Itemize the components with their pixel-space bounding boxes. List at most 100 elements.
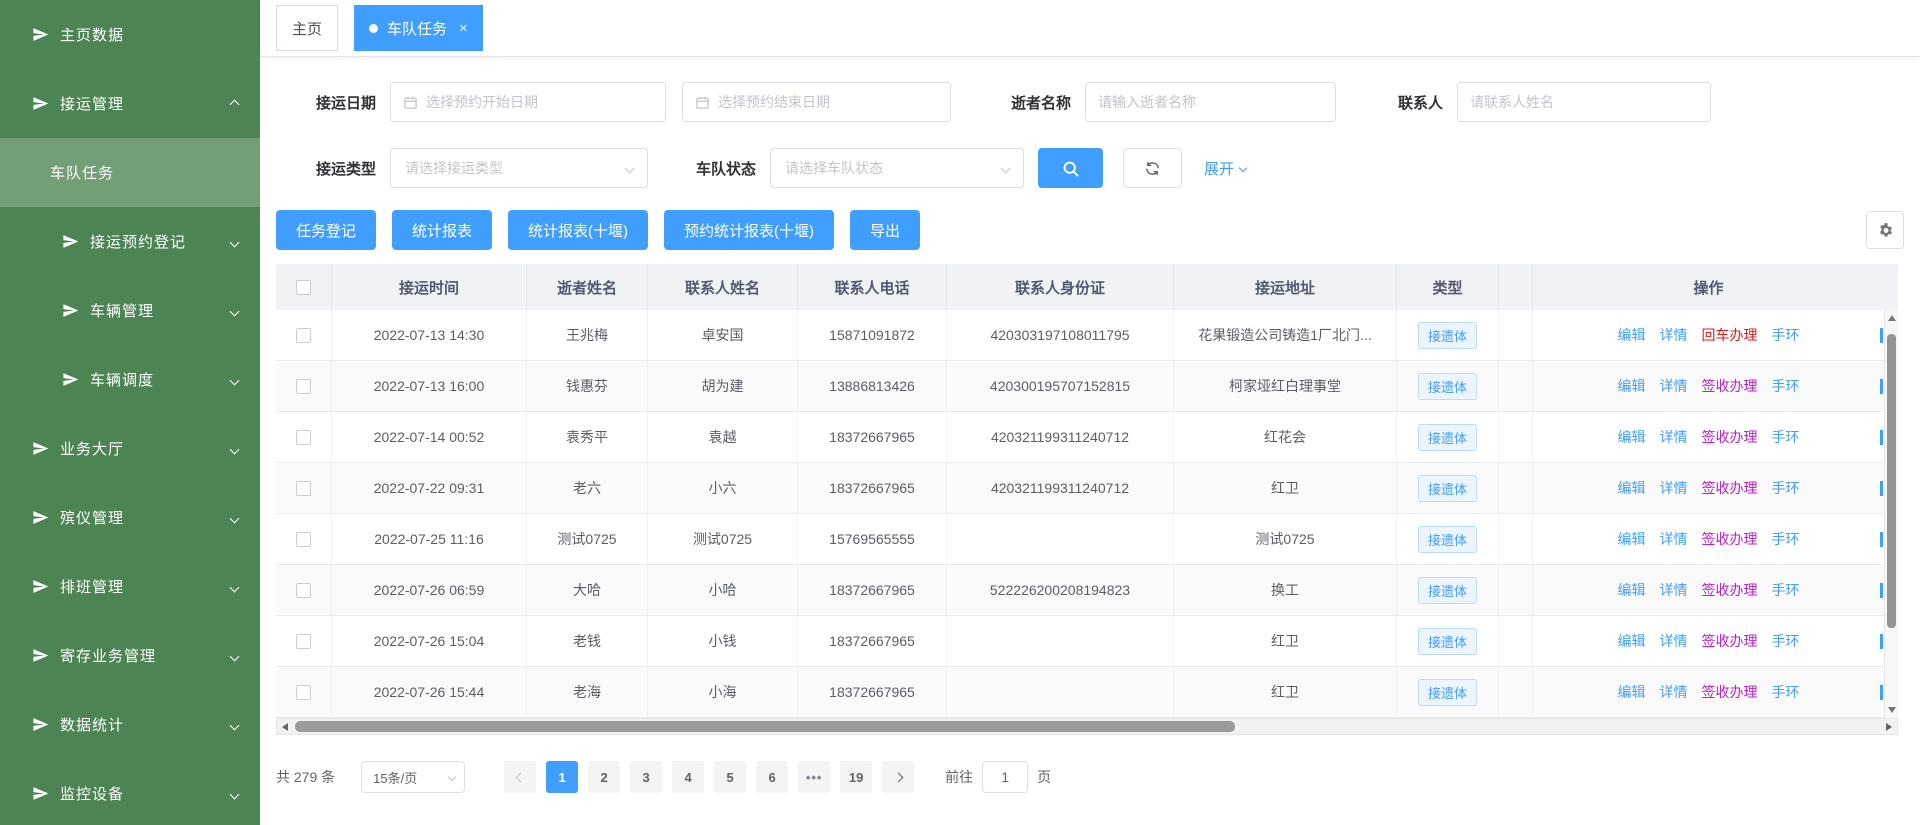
bracelet-link[interactable]: 手环 [1772,478,1800,498]
date-end-field[interactable] [682,82,951,122]
cell-contact-name: 小钱 [648,616,798,667]
edit-link[interactable]: 编辑 [1618,478,1646,498]
sidebar-item-vehicle-management[interactable]: 车辆管理 [0,276,260,345]
edit-link[interactable]: 编辑 [1618,580,1646,600]
bracelet-link[interactable]: 手环 [1772,427,1800,447]
bracelet-link[interactable]: 手环 [1772,529,1800,549]
page-button-1[interactable]: 1 [546,761,578,793]
process-link[interactable]: 签收办理 [1702,580,1758,600]
process-link[interactable]: 回车办理 [1702,325,1758,345]
page-button-6[interactable]: 6 [756,761,788,793]
pickup-type-select[interactable]: 请选择接运类型 [390,148,648,188]
date-start-input[interactable] [426,94,653,110]
process-link[interactable]: 签收办理 [1702,529,1758,549]
bracelet-link[interactable]: 手环 [1772,580,1800,600]
scroll-down-arrow-icon[interactable] [1888,707,1896,713]
page-ellipsis[interactable]: ••• [798,761,830,793]
edit-link[interactable]: 编辑 [1618,325,1646,345]
process-link[interactable]: 签收办理 [1702,631,1758,651]
horizontal-scrollbar[interactable] [276,718,1898,735]
detail-link[interactable]: 详情 [1660,631,1688,651]
goto-label: 前往 [945,767,973,787]
column-settings-button[interactable] [1866,211,1904,249]
content-area: 接运日期 逝者名称 联系人 [260,57,1920,825]
select-all-checkbox[interactable] [296,280,311,295]
row-checkbox[interactable] [296,634,311,649]
next-page-button[interactable] [882,761,914,793]
fleet-status-select[interactable]: 请选择车队状态 [770,148,1024,188]
horizontal-scroll-thumb[interactable] [295,721,1235,732]
page-button-4[interactable]: 4 [672,761,704,793]
sidebar-item-shift-management[interactable]: 排班管理 [0,552,260,621]
close-icon[interactable]: × [459,20,468,37]
sidebar-item-business-hall[interactable]: 业务大厅 [0,414,260,483]
sidebar-item-home-data[interactable]: 主页数据 [0,0,260,69]
scroll-right-arrow-icon[interactable] [1886,723,1892,731]
type-badge: 接遗体 [1418,628,1477,655]
process-link[interactable]: 签收办理 [1702,478,1758,498]
vertical-scrollbar[interactable] [1884,310,1898,718]
date-start-field[interactable] [390,82,666,122]
reservation-stats-report-shiyan-button[interactable]: 预约统计报表(十堰) [664,210,834,250]
prev-page-button[interactable] [504,761,536,793]
edit-link[interactable]: 编辑 [1618,529,1646,549]
process-link[interactable]: 签收办理 [1702,427,1758,447]
detail-link[interactable]: 详情 [1660,325,1688,345]
row-checkbox[interactable] [296,685,311,700]
contact-field[interactable] [1457,82,1711,122]
task-register-button[interactable]: 任务登记 [276,210,376,250]
sidebar-item-monitoring-devices[interactable]: 监控设备 [0,759,260,825]
bracelet-link[interactable]: 手环 [1772,682,1800,702]
edit-link[interactable]: 编辑 [1618,427,1646,447]
scroll-left-arrow-icon[interactable] [282,723,288,731]
deceased-name-input[interactable] [1098,94,1323,110]
edit-link[interactable]: 编辑 [1618,376,1646,396]
detail-link[interactable]: 详情 [1660,682,1688,702]
vertical-scroll-thumb[interactable] [1887,334,1896,628]
tab-fleet-tasks[interactable]: 车队任务 × [354,5,483,51]
row-checkbox[interactable] [296,379,311,394]
detail-link[interactable]: 详情 [1660,529,1688,549]
page-button-19[interactable]: 19 [840,761,872,793]
page-button-5[interactable]: 5 [714,761,746,793]
page-size-select[interactable]: 15条/页 [361,761,465,793]
detail-link[interactable]: 详情 [1660,427,1688,447]
sidebar-item-fleet-tasks[interactable]: 车队任务 [0,138,260,207]
search-button[interactable] [1038,148,1103,188]
tab-home[interactable]: 主页 [276,5,338,51]
sidebar-item-data-statistics[interactable]: 数据统计 [0,690,260,759]
sidebar-item-transport-reservation[interactable]: 接运预约登记 [0,207,260,276]
process-link[interactable]: 签收办理 [1702,682,1758,702]
deceased-name-field[interactable] [1085,82,1336,122]
stats-report-shiyan-button[interactable]: 统计报表(十堰) [508,210,648,250]
row-checkbox[interactable] [296,583,311,598]
process-link[interactable]: 签收办理 [1702,376,1758,396]
goto-page-input[interactable] [982,761,1028,793]
row-checkbox[interactable] [296,430,311,445]
row-checkbox[interactable] [296,532,311,547]
expand-link[interactable]: 展开 [1204,158,1246,179]
edit-link[interactable]: 编辑 [1618,631,1646,651]
bracelet-link[interactable]: 手环 [1772,376,1800,396]
bracelet-link[interactable]: 手环 [1772,631,1800,651]
row-checkbox[interactable] [296,328,311,343]
detail-link[interactable]: 详情 [1660,580,1688,600]
scroll-up-arrow-icon[interactable] [1888,315,1896,321]
send-icon [32,647,49,664]
contact-input[interactable] [1470,94,1698,110]
page-button-3[interactable]: 3 [630,761,662,793]
row-checkbox[interactable] [296,481,311,496]
stats-report-button[interactable]: 统计报表 [392,210,492,250]
edit-link[interactable]: 编辑 [1618,682,1646,702]
detail-link[interactable]: 详情 [1660,376,1688,396]
sidebar-item-funeral-management[interactable]: 殡仪管理 [0,483,260,552]
export-button[interactable]: 导出 [850,210,920,250]
sidebar-item-storage-business[interactable]: 寄存业务管理 [0,621,260,690]
refresh-button[interactable] [1123,148,1182,188]
date-end-input[interactable] [718,94,938,110]
page-button-2[interactable]: 2 [588,761,620,793]
sidebar-item-transport-management[interactable]: 接运管理 [0,69,260,138]
detail-link[interactable]: 详情 [1660,478,1688,498]
bracelet-link[interactable]: 手环 [1772,325,1800,345]
sidebar-item-vehicle-dispatch[interactable]: 车辆调度 [0,345,260,414]
